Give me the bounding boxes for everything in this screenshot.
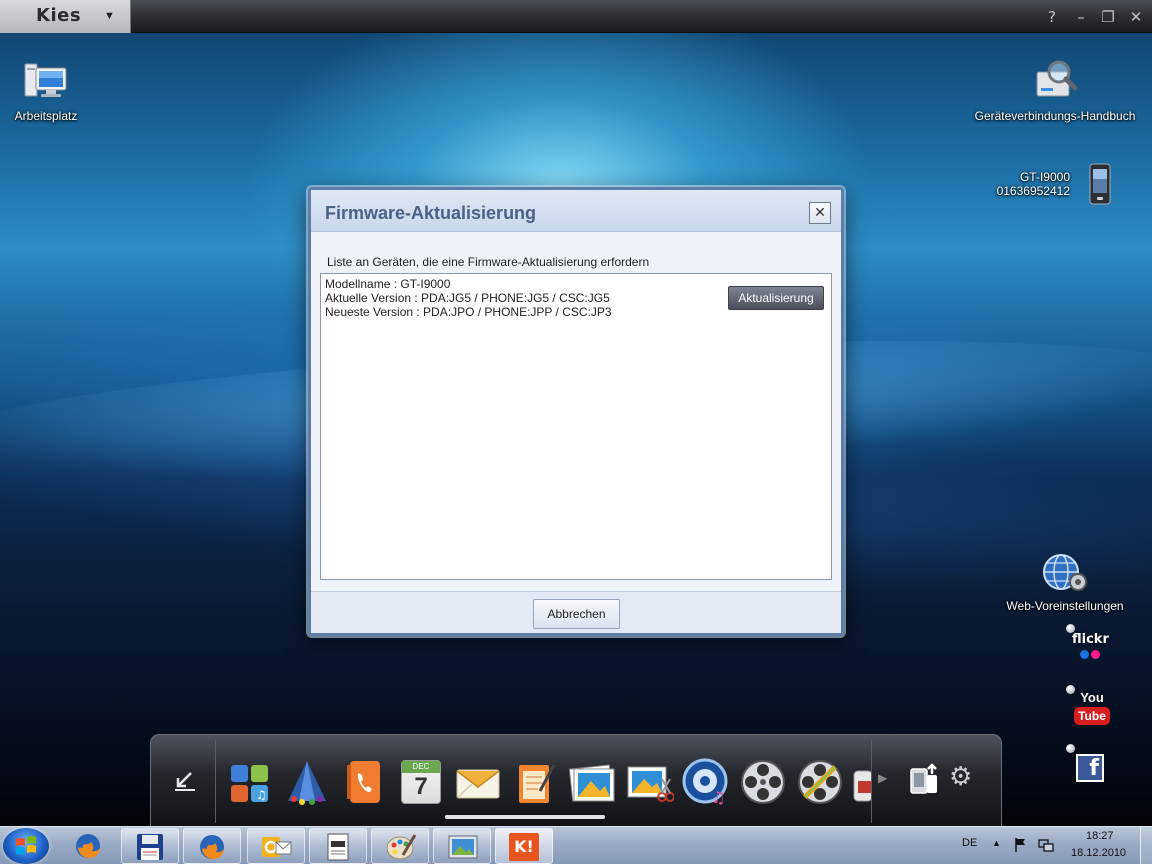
photo-edit-app-icon[interactable] — [624, 757, 674, 807]
flickr-logo: flickr — [1072, 632, 1109, 647]
device-sync-icon[interactable] — [907, 763, 941, 797]
calendar-app-icon[interactable]: DEC 7 — [401, 760, 441, 804]
dialog-title: Firmware-Aktualisierung — [325, 203, 537, 223]
my-computer-shortcut[interactable]: Arbeitsplatz — [10, 60, 82, 123]
clock-date[interactable]: 18.12.2010 — [1071, 847, 1126, 859]
taskbar-save-app[interactable] — [121, 828, 179, 864]
action-center-flag-icon[interactable] — [1014, 837, 1028, 853]
device-current-version: Aktuelle Version : PDA:JG5 / PHONE:JG5 /… — [325, 291, 610, 305]
dock-separator — [871, 739, 872, 823]
calendar-month: DEC — [402, 761, 440, 773]
svg-text:♫: ♫ — [256, 788, 267, 802]
firmware-update-dialog: Firmware-Aktualisierung ✕ Liste an Gerät… — [308, 187, 844, 636]
kies-logo: Kies — [36, 5, 82, 26]
windows-taskbar: K! DE ▲ 18:27 18.12.2010 — [0, 826, 1152, 864]
menu-arrow-icon[interactable]: ▼ — [104, 10, 115, 22]
app-menu[interactable]: Kies ▼ — [0, 0, 131, 33]
paint-palette-icon — [386, 834, 417, 860]
dock-settings-gear-icon[interactable]: ⚙ — [949, 762, 972, 792]
device-latest-version: Neueste Version : PDA:JPO / PHONE:JPP / … — [325, 305, 612, 319]
firefox-icon — [76, 834, 100, 858]
computer-icon — [24, 63, 67, 97]
app-title-bar: Kies ▼ ? – ❐ ✕ — [0, 0, 1152, 33]
update-button[interactable]: Aktualisierung — [728, 286, 824, 310]
dialog-footer: Abbrechen — [311, 591, 841, 633]
flickr-pink-dot — [1091, 650, 1100, 659]
taskbar-outlook[interactable] — [247, 828, 305, 864]
connected-device-info: GT-I9000 01636952412 — [990, 170, 1070, 198]
clock-time[interactable]: 18:27 — [1086, 830, 1114, 842]
device-model: GT-I9000 — [1019, 170, 1070, 184]
outlook-icon — [262, 837, 292, 857]
collapse-arrow-icon[interactable] — [173, 769, 197, 793]
video-app-icon[interactable] — [738, 757, 788, 807]
close-app-button[interactable]: ✕ — [1126, 7, 1146, 27]
connection-guide-label: Geräteverbindungs-Handbuch — [974, 109, 1136, 123]
app-dock: ♫ DEC 7 ♫ ▶ ⚙ — [150, 734, 1002, 826]
facebook-logo: f — [1089, 756, 1099, 781]
device-list: Modellname : GT-I9000 Aktuelle Version :… — [320, 273, 832, 580]
facebook-link[interactable]: f — [1076, 754, 1104, 782]
taskbar-paint[interactable] — [371, 828, 429, 864]
floppy-disk-icon — [137, 834, 163, 860]
windows-logo-icon — [16, 836, 36, 855]
dock-scroll-thumb[interactable] — [445, 815, 605, 819]
taskbar-firefox-window[interactable] — [183, 828, 241, 864]
restore-button[interactable]: ❐ — [1098, 7, 1118, 27]
network-icon[interactable] — [1038, 837, 1054, 853]
start-button[interactable] — [3, 828, 49, 864]
flickr-blue-dot — [1080, 650, 1089, 659]
picture-icon — [448, 835, 478, 859]
document-icon — [327, 833, 349, 861]
web-settings-shortcut[interactable]: Web-Voreinstellungen — [1000, 552, 1130, 613]
tray-expand-arrow-icon[interactable]: ▲ — [992, 838, 1001, 848]
dialog-subtitle: Liste an Geräten, die eine Firmware-Aktu… — [327, 255, 650, 269]
show-desktop-button[interactable] — [1140, 827, 1152, 864]
flickr-link[interactable]: flickr — [1072, 632, 1112, 662]
taskbar-kies-active[interactable]: K! — [495, 828, 553, 864]
facebook-toggle[interactable] — [1066, 744, 1075, 753]
device-model-line: Modellname : GT-I9000 — [325, 277, 451, 291]
taskbar-image-viewer[interactable] — [433, 828, 491, 864]
connection-guide-icon — [1036, 60, 1078, 97]
phone-icon[interactable] — [1086, 162, 1114, 208]
photos-app-icon[interactable] — [567, 757, 617, 807]
dialog-close-button[interactable]: ✕ — [809, 202, 831, 224]
cancel-button[interactable]: Abbrechen — [533, 599, 620, 629]
youtube-link[interactable]: You Tube — [1074, 690, 1110, 728]
firefox-icon — [200, 835, 224, 859]
youtube-logo-top: You — [1080, 690, 1104, 705]
dock-scrollbar[interactable] — [445, 815, 605, 819]
kies-app-icon: K! — [509, 833, 539, 861]
taskbar-document[interactable] — [309, 828, 367, 864]
connection-guide-shortcut[interactable]: Geräteverbindungs-Handbuch — [968, 58, 1142, 123]
dialog-header: Firmware-Aktualisierung ✕ — [311, 190, 841, 232]
music-app-icon[interactable]: ♫ — [681, 757, 731, 807]
dialog-body: Liste an Geräten, die eine Firmware-Aktu… — [311, 233, 841, 591]
svg-text:♫: ♫ — [711, 788, 725, 807]
language-indicator[interactable]: DE — [962, 837, 977, 849]
notes-app-icon[interactable] — [510, 757, 560, 807]
globe-settings-icon — [1043, 554, 1087, 591]
web-settings-label: Web-Voreinstellungen — [1006, 599, 1124, 613]
phone-app-icon[interactable] — [339, 757, 389, 807]
device-number: 01636952412 — [996, 184, 1070, 198]
minimize-button[interactable]: – — [1071, 7, 1091, 27]
calendar-day: 7 — [414, 773, 428, 800]
messages-app-icon[interactable] — [453, 757, 503, 807]
taskbar-firefox-pinned[interactable] — [62, 828, 114, 864]
my-computer-label: Arbeitsplatz — [14, 109, 78, 123]
help-button[interactable]: ? — [1042, 7, 1062, 27]
dock-scroll-right-icon[interactable]: ▶ — [878, 771, 887, 785]
dock-separator — [215, 739, 216, 823]
partial-app-icon[interactable] — [852, 757, 872, 807]
triangle-app-icon[interactable] — [282, 757, 332, 807]
youtube-logo-bottom: Tube — [1074, 707, 1110, 725]
video-edit-app-icon[interactable] — [795, 757, 845, 807]
contacts-app-icon[interactable]: ♫ — [225, 757, 275, 807]
